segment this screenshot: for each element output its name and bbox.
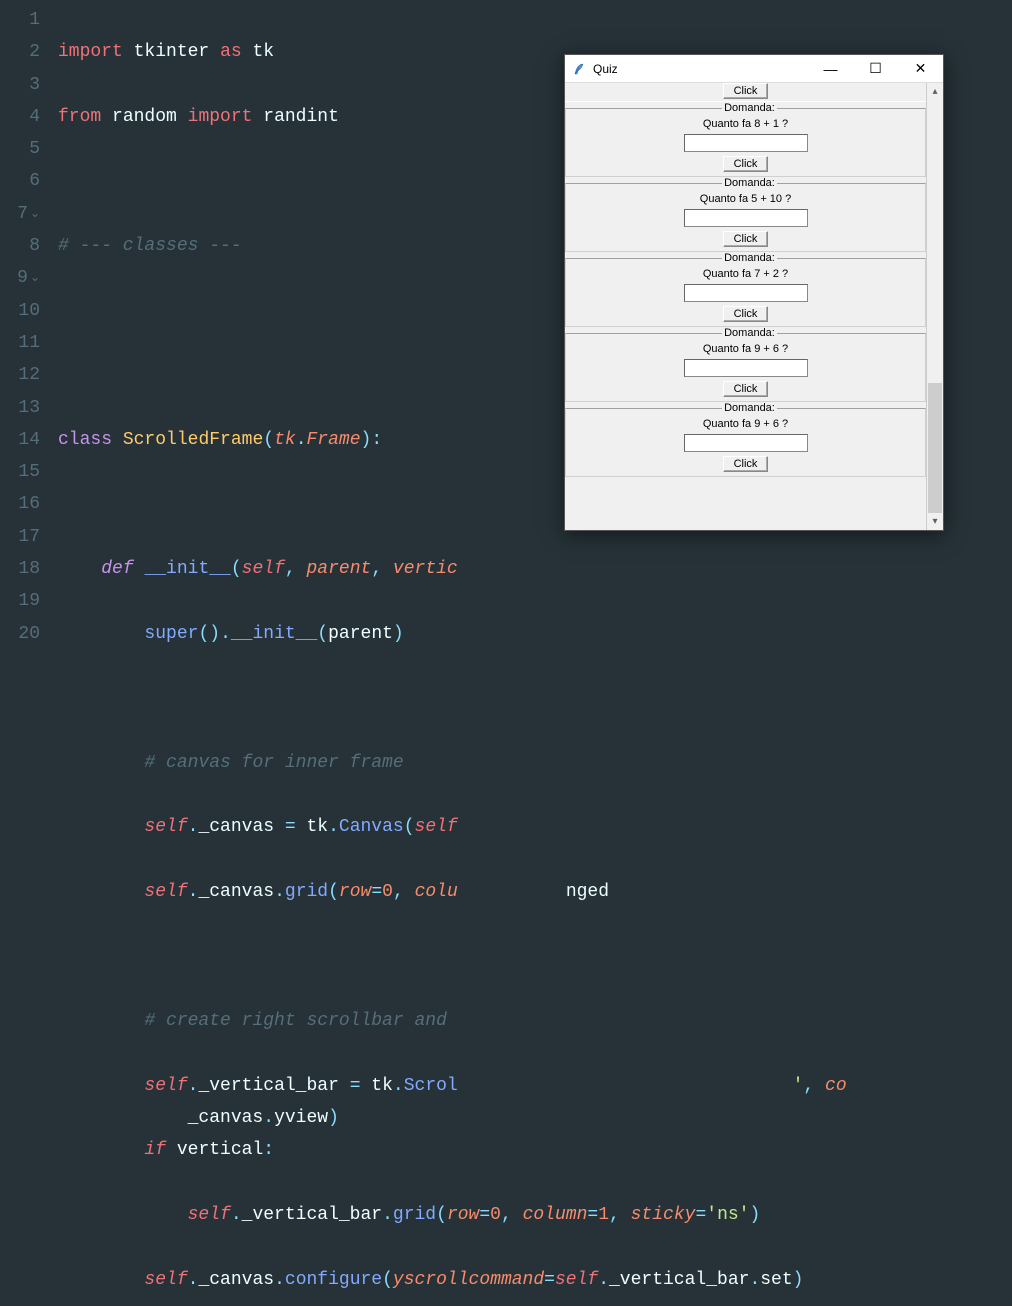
click-button[interactable]: Click	[723, 381, 769, 397]
group-label: Domanda:	[722, 177, 777, 189]
click-button[interactable]: Click	[723, 83, 769, 99]
question-group: Domanda: Quanto fa 5 + 10 ? Click	[565, 177, 926, 252]
group-label: Domanda:	[722, 102, 777, 114]
answer-input[interactable]	[684, 284, 808, 302]
answer-input[interactable]	[684, 134, 808, 152]
answer-input[interactable]	[684, 209, 808, 227]
window-titlebar[interactable]: Quiz — ☐ ✕	[565, 55, 943, 83]
quiz-content: Click Domanda: Quanto fa 8 + 1 ? Click D…	[565, 83, 926, 530]
question-text: Quanto fa 9 + 6 ?	[566, 418, 925, 430]
minimize-button[interactable]: —	[808, 55, 853, 83]
question-text: Quanto fa 8 + 1 ?	[566, 118, 925, 130]
scroll-down-icon[interactable]: ▾	[927, 513, 943, 530]
question-group: Domanda: Quanto fa 9 + 6 ? Click	[565, 327, 926, 402]
group-label: Domanda:	[722, 252, 777, 264]
fold-icon[interactable]: ⌄	[30, 198, 40, 230]
question-text: Quanto fa 9 + 6 ?	[566, 343, 925, 355]
quiz-window[interactable]: Quiz — ☐ ✕ Click Domanda: Quanto fa 8 + …	[564, 54, 944, 531]
question-group: Domanda: Quanto fa 9 + 6 ? Click	[565, 402, 926, 477]
scroll-up-icon[interactable]: ▴	[927, 83, 943, 100]
window-title: Quiz	[593, 62, 808, 76]
click-button[interactable]: Click	[723, 156, 769, 172]
question-group: Domanda: Quanto fa 8 + 1 ? Click	[565, 102, 926, 177]
click-button[interactable]: Click	[723, 231, 769, 247]
answer-input[interactable]	[684, 359, 808, 377]
group-label: Domanda:	[722, 402, 777, 414]
tk-feather-icon	[571, 61, 587, 77]
question-group: Domanda: Quanto fa 7 + 2 ? Click	[565, 252, 926, 327]
click-button[interactable]: Click	[723, 456, 769, 472]
scrollbar-thumb[interactable]	[928, 383, 942, 513]
fold-icon[interactable]: ⌄	[30, 262, 40, 294]
group-label: Domanda:	[722, 327, 777, 339]
vertical-scrollbar[interactable]: ▴ ▾	[926, 83, 943, 530]
line-number-gutter: 1 2 3 4 5 6 7⌄ 8 9⌄ 10 11 12 13 14 15 16…	[0, 0, 58, 653]
click-button[interactable]: Click	[723, 306, 769, 322]
close-button[interactable]: ✕	[898, 55, 943, 83]
question-text: Quanto fa 7 + 2 ?	[566, 268, 925, 280]
partial-question: Click	[565, 83, 926, 102]
maximize-button[interactable]: ☐	[853, 55, 898, 83]
answer-input[interactable]	[684, 434, 808, 452]
question-text: Quanto fa 5 + 10 ?	[566, 193, 925, 205]
